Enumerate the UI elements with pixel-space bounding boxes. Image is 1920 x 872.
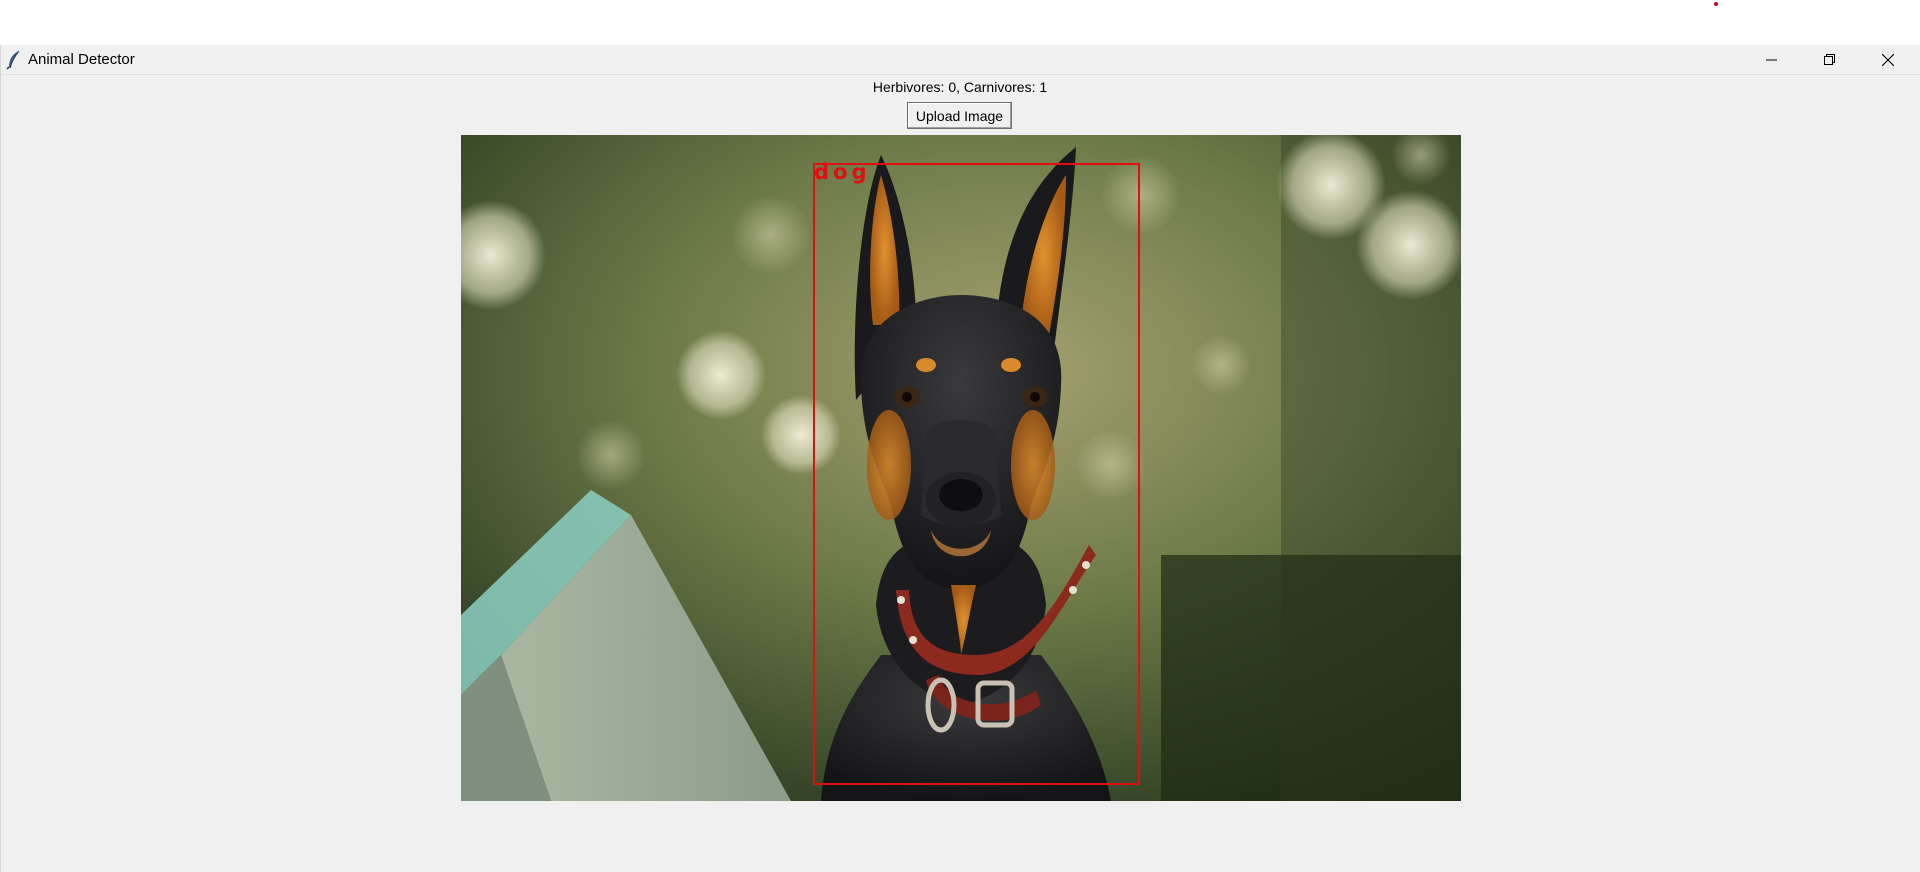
minimize-button[interactable] xyxy=(1743,45,1801,75)
main-content: Herbivores: 0, Carnivores: 1 Upload Imag… xyxy=(1,75,1920,872)
title-bar[interactable]: Animal Detector xyxy=(1,45,1920,75)
window-title: Animal Detector xyxy=(28,51,135,68)
detection-label: dog xyxy=(814,160,871,184)
close-button[interactable] xyxy=(1859,45,1917,75)
restore-icon xyxy=(1824,54,1836,66)
upload-image-button[interactable]: Upload Image xyxy=(907,102,1012,129)
app-window: Animal Detector Herbivores: 0, Carnivore… xyxy=(0,45,1920,872)
minimize-icon xyxy=(1766,54,1778,66)
animal-count-label: Herbivores: 0, Carnivores: 1 xyxy=(872,79,1048,95)
desktop-background xyxy=(0,0,1920,45)
detection-bounding-box xyxy=(813,163,1140,785)
restore-button[interactable] xyxy=(1801,45,1859,75)
feather-icon xyxy=(6,50,22,70)
mouse-cursor xyxy=(1714,2,1718,6)
close-icon xyxy=(1882,54,1894,66)
result-image: dog xyxy=(461,135,1461,801)
